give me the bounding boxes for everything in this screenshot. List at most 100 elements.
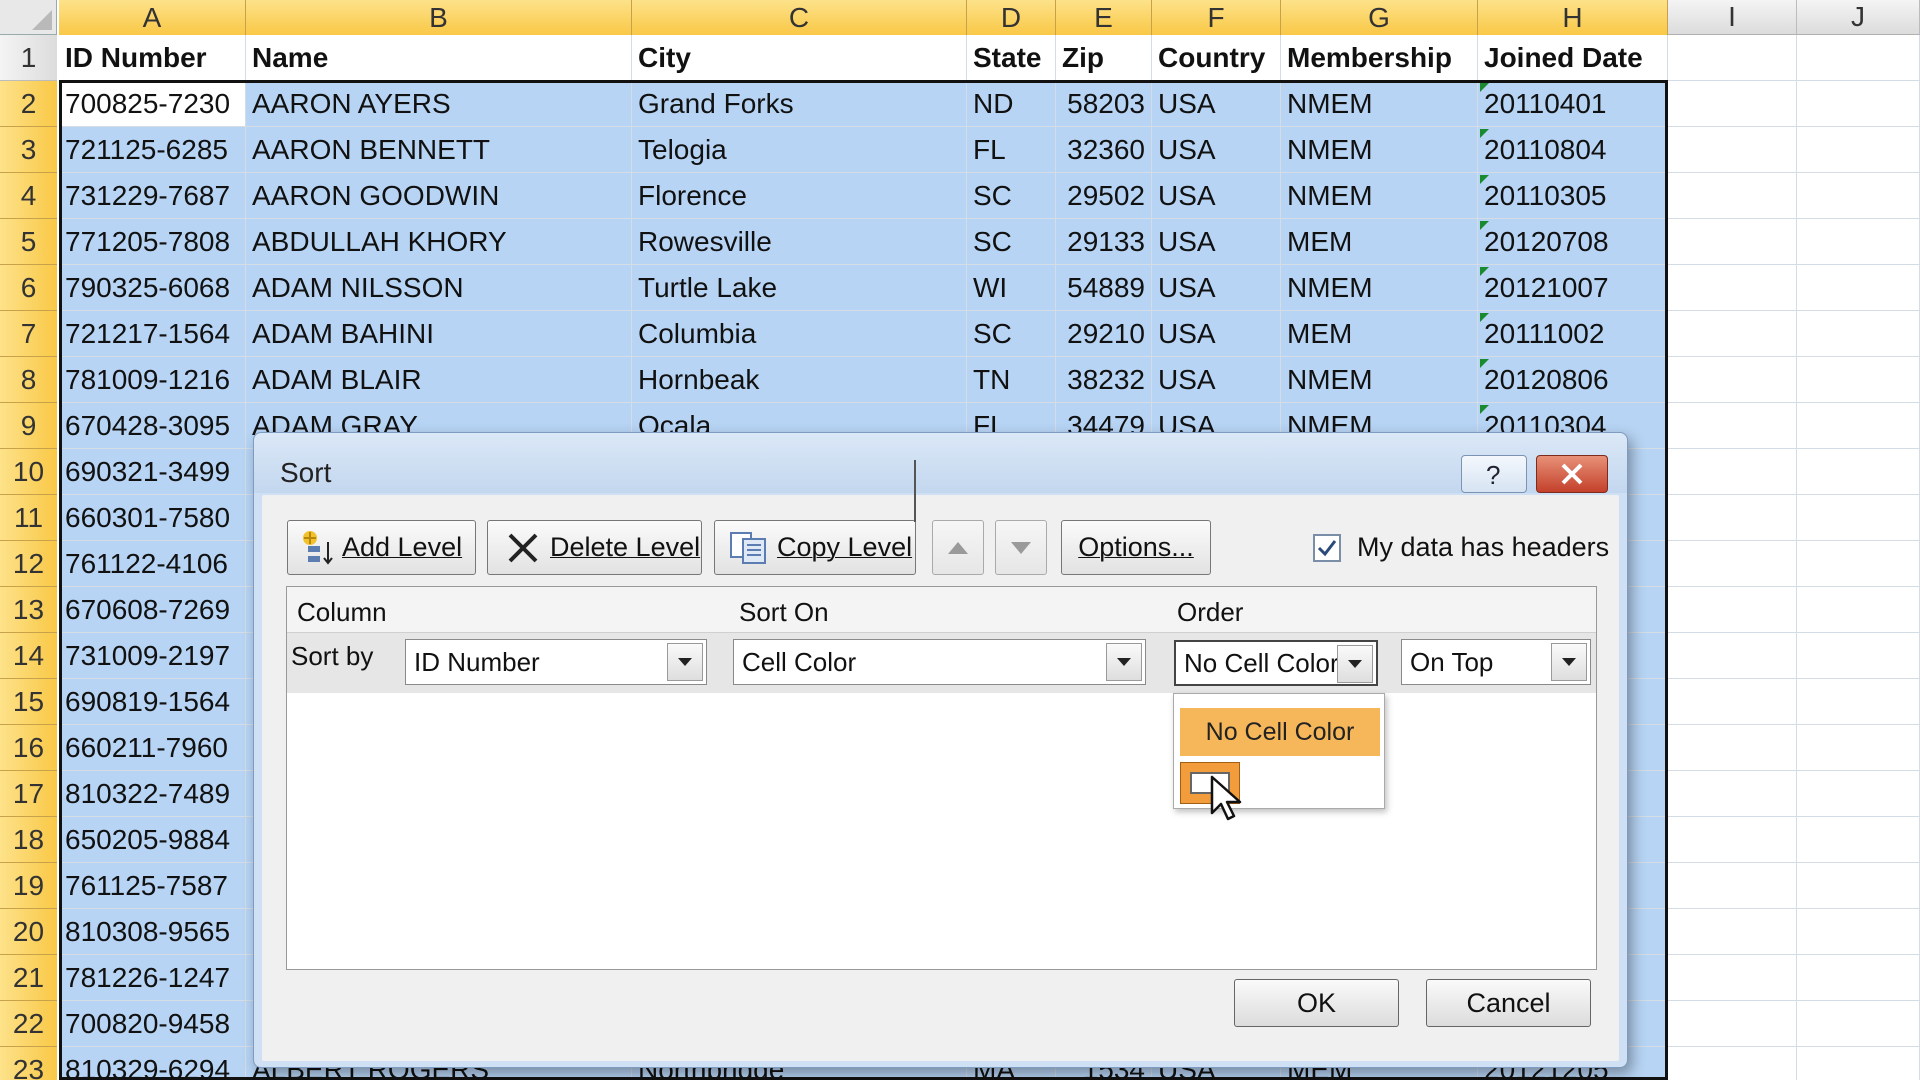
cell-i13[interactable] bbox=[1668, 587, 1797, 633]
cell-a8[interactable]: 781009-1216 bbox=[59, 357, 246, 403]
delete-level-button[interactable]: Delete Level bbox=[487, 520, 702, 575]
cell-b6[interactable]: ADAM NILSSON bbox=[246, 265, 632, 311]
cell-h6[interactable]: 20121007 bbox=[1478, 265, 1668, 311]
cell-h4[interactable]: 20110305 bbox=[1478, 173, 1668, 219]
cell-f3[interactable]: USA bbox=[1152, 127, 1281, 173]
column-header-c[interactable]: C bbox=[632, 0, 967, 35]
row-header-10[interactable]: 10 bbox=[0, 449, 57, 495]
cell-j9[interactable] bbox=[1797, 403, 1920, 449]
sort-on-select[interactable]: Cell Color bbox=[733, 639, 1146, 685]
options-button[interactable]: Options... bbox=[1061, 520, 1211, 575]
cell-a9[interactable]: 670428-3095 bbox=[59, 403, 246, 449]
column-header-g[interactable]: G bbox=[1281, 0, 1478, 35]
cell-i11[interactable] bbox=[1668, 495, 1797, 541]
cell-h5[interactable]: 20120708 bbox=[1478, 219, 1668, 265]
cell-c4[interactable]: Florence bbox=[632, 173, 967, 219]
cell-j4[interactable] bbox=[1797, 173, 1920, 219]
cell-j18[interactable] bbox=[1797, 817, 1920, 863]
cell-a23[interactable]: 810329-6294 bbox=[59, 1047, 246, 1080]
cell-e1[interactable]: Zip bbox=[1056, 35, 1152, 81]
cell-i7[interactable] bbox=[1668, 311, 1797, 357]
cell-d4[interactable]: SC bbox=[967, 173, 1056, 219]
row-header-9[interactable]: 9 bbox=[0, 403, 57, 449]
cell-i9[interactable] bbox=[1668, 403, 1797, 449]
cell-f8[interactable]: USA bbox=[1152, 357, 1281, 403]
cell-b5[interactable]: ABDULLAH KHORY bbox=[246, 219, 632, 265]
column-header-h[interactable]: H bbox=[1478, 0, 1668, 35]
cell-d6[interactable]: WI bbox=[967, 265, 1056, 311]
cell-i6[interactable] bbox=[1668, 265, 1797, 311]
headers-checkbox-label[interactable]: My data has headers bbox=[1357, 532, 1609, 563]
help-button[interactable]: ? bbox=[1461, 455, 1527, 493]
cell-i8[interactable] bbox=[1668, 357, 1797, 403]
cell-j11[interactable] bbox=[1797, 495, 1920, 541]
column-header-b[interactable]: B bbox=[246, 0, 632, 35]
column-select[interactable]: ID Number bbox=[405, 639, 707, 685]
column-header-f[interactable]: F bbox=[1152, 0, 1281, 35]
cell-a3[interactable]: 721125-6285 bbox=[59, 127, 246, 173]
cell-i22[interactable] bbox=[1668, 1001, 1797, 1047]
cell-a12[interactable]: 761122-4106 bbox=[59, 541, 246, 587]
cell-f5[interactable]: USA bbox=[1152, 219, 1281, 265]
cell-j7[interactable] bbox=[1797, 311, 1920, 357]
row-header-12[interactable]: 12 bbox=[0, 541, 57, 587]
cell-a10[interactable]: 690321-3499 bbox=[59, 449, 246, 495]
cell-j10[interactable] bbox=[1797, 449, 1920, 495]
cell-d3[interactable]: FL bbox=[967, 127, 1056, 173]
cell-f6[interactable]: USA bbox=[1152, 265, 1281, 311]
cell-e3[interactable]: 32360 bbox=[1056, 127, 1152, 173]
row-header-18[interactable]: 18 bbox=[0, 817, 57, 863]
cell-g8[interactable]: NMEM bbox=[1281, 357, 1478, 403]
cell-i2[interactable] bbox=[1668, 81, 1797, 127]
cell-g5[interactable]: MEM bbox=[1281, 219, 1478, 265]
cell-f7[interactable]: USA bbox=[1152, 311, 1281, 357]
cell-j22[interactable] bbox=[1797, 1001, 1920, 1047]
column-header-e[interactable]: E bbox=[1056, 0, 1152, 35]
row-header-3[interactable]: 3 bbox=[0, 127, 57, 173]
cell-g3[interactable]: NMEM bbox=[1281, 127, 1478, 173]
cell-a19[interactable]: 761125-7587 bbox=[59, 863, 246, 909]
cell-c3[interactable]: Telogia bbox=[632, 127, 967, 173]
cell-i16[interactable] bbox=[1668, 725, 1797, 771]
column-header-a[interactable]: A bbox=[59, 0, 246, 35]
move-down-button[interactable] bbox=[995, 520, 1047, 575]
cell-a2[interactable]: 700825-7230 bbox=[59, 81, 246, 127]
cell-a20[interactable]: 810308-9565 bbox=[59, 909, 246, 955]
cell-i21[interactable] bbox=[1668, 955, 1797, 1001]
cell-a15[interactable]: 690819-1564 bbox=[59, 679, 246, 725]
row-header-19[interactable]: 19 bbox=[0, 863, 57, 909]
dropdown-arrow-icon[interactable] bbox=[1337, 645, 1373, 683]
cell-b8[interactable]: ADAM BLAIR bbox=[246, 357, 632, 403]
dropdown-arrow-icon[interactable] bbox=[667, 643, 703, 681]
cell-a14[interactable]: 731009-2197 bbox=[59, 633, 246, 679]
cell-h3[interactable]: 20110804 bbox=[1478, 127, 1668, 173]
cancel-button[interactable]: Cancel bbox=[1426, 979, 1591, 1027]
cell-d1[interactable]: State bbox=[967, 35, 1056, 81]
cell-h2[interactable]: 20110401 bbox=[1478, 81, 1668, 127]
ok-button[interactable]: OK bbox=[1234, 979, 1399, 1027]
cell-a7[interactable]: 721217-1564 bbox=[59, 311, 246, 357]
cell-h1[interactable]: Joined Date bbox=[1478, 35, 1668, 81]
cell-e2[interactable]: 58203 bbox=[1056, 81, 1152, 127]
dropdown-arrow-icon[interactable] bbox=[1106, 643, 1142, 681]
cell-d2[interactable]: ND bbox=[967, 81, 1056, 127]
cell-c1[interactable]: City bbox=[632, 35, 967, 81]
cell-a6[interactable]: 790325-6068 bbox=[59, 265, 246, 311]
order-position-select[interactable]: On Top bbox=[1401, 639, 1591, 685]
cell-a21[interactable]: 781226-1247 bbox=[59, 955, 246, 1001]
cell-j19[interactable] bbox=[1797, 863, 1920, 909]
cell-j23[interactable] bbox=[1797, 1047, 1920, 1080]
cell-j6[interactable] bbox=[1797, 265, 1920, 311]
cell-b3[interactable]: AARON BENNETT bbox=[246, 127, 632, 173]
cell-g7[interactable]: MEM bbox=[1281, 311, 1478, 357]
cell-i5[interactable] bbox=[1668, 219, 1797, 265]
cell-d5[interactable]: SC bbox=[967, 219, 1056, 265]
cell-a13[interactable]: 670608-7269 bbox=[59, 587, 246, 633]
row-header-11[interactable]: 11 bbox=[0, 495, 57, 541]
copy-level-button[interactable]: Copy Level bbox=[714, 520, 916, 575]
cell-g1[interactable]: Membership bbox=[1281, 35, 1478, 81]
cell-i23[interactable] bbox=[1668, 1047, 1797, 1080]
cell-j5[interactable] bbox=[1797, 219, 1920, 265]
cell-i14[interactable] bbox=[1668, 633, 1797, 679]
cell-j3[interactable] bbox=[1797, 127, 1920, 173]
